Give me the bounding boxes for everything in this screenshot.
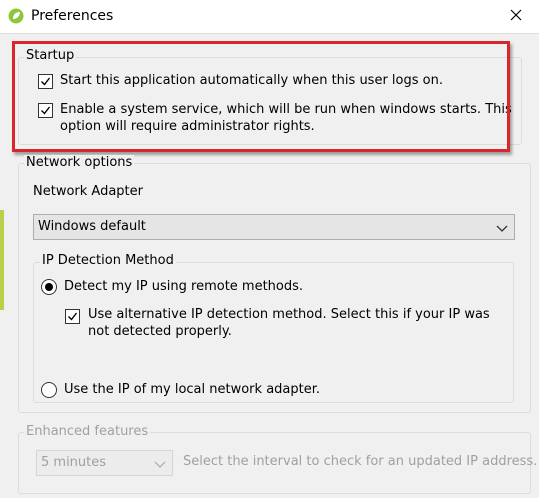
use-local-ip-label[interactable]: Use the IP of my local network adapter.	[64, 382, 320, 397]
window-title: Preferences	[31, 8, 114, 24]
alternative-detection-label-line2[interactable]: not detected properly.	[88, 324, 232, 339]
network-adapter-label: Network Adapter	[33, 184, 143, 199]
app-leaf-icon	[8, 8, 24, 24]
alternative-detection-checkbox[interactable]	[65, 309, 80, 324]
title-bar: Preferences	[0, 0, 539, 34]
network-options-legend: Network options	[24, 155, 135, 170]
network-adapter-value: Windows default	[38, 219, 146, 234]
checkmark-icon	[68, 312, 78, 321]
detect-remote-radio[interactable]	[41, 279, 57, 295]
alternative-detection-label-line1[interactable]: Use alternative IP detection method. Sel…	[88, 307, 490, 322]
close-icon	[510, 9, 522, 25]
background-edge	[0, 210, 4, 310]
network-adapter-select[interactable]: Windows default	[33, 214, 515, 240]
detect-remote-label[interactable]: Detect my IP using remote methods.	[64, 279, 303, 294]
interval-value: 5 minutes	[41, 455, 107, 470]
highlight-box	[12, 41, 510, 152]
use-local-ip-radio[interactable]	[41, 382, 57, 398]
interval-hint: Select the interval to check for an upda…	[183, 454, 538, 469]
enhanced-features-legend: Enhanced features	[24, 424, 151, 439]
radio-selected-dot	[45, 283, 53, 291]
chevron-down-icon	[496, 222, 508, 237]
interval-select[interactable]: 5 minutes	[36, 450, 173, 476]
ip-detection-legend: IP Detection Method	[40, 253, 176, 268]
chevron-down-icon	[154, 458, 166, 473]
close-button[interactable]	[493, 0, 539, 33]
